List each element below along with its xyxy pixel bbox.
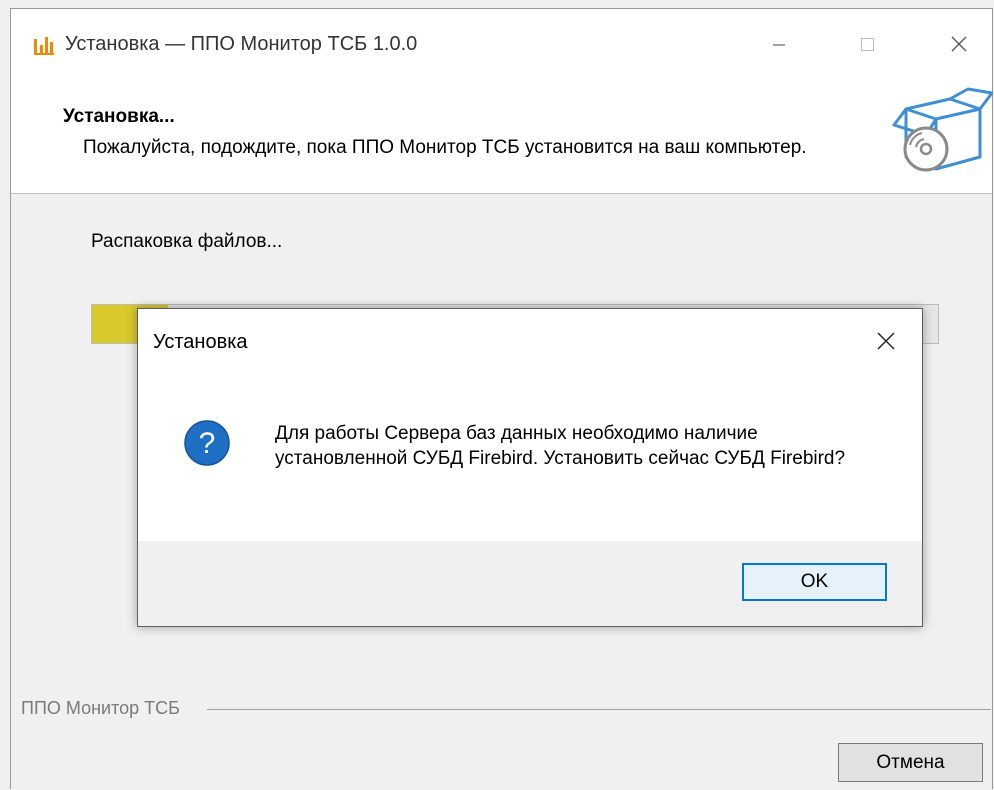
group-divider — [207, 709, 991, 710]
minimize-button[interactable] — [756, 23, 802, 65]
close-button[interactable] — [936, 23, 982, 65]
confirm-dialog: Установка ? Для работы Сервера баз данны… — [137, 308, 923, 627]
dialog-close-icon[interactable] — [860, 321, 912, 361]
header-description: Пожалуйста, подождите, пока ППО Монитор … — [83, 137, 807, 158]
box-with-disc-icon — [892, 87, 993, 172]
dialog-message: Для работы Сервера баз данных необходимо… — [275, 423, 846, 469]
ok-button[interactable]: OK — [742, 563, 887, 601]
bar-chart-icon — [34, 37, 54, 55]
wizard-header: Установка... Пожалуйста, подождите, пока… — [11, 81, 993, 194]
dialog-title: Установка — [153, 331, 248, 353]
maximize-button[interactable] — [844, 23, 890, 65]
cancel-button[interactable]: Отмена — [838, 743, 983, 782]
title-bar: Установка — ППО Монитор ТСБ 1.0.0 — [11, 9, 992, 81]
dialog-footer: OK — [138, 541, 922, 626]
group-label: ППО Монитор ТСБ — [21, 698, 186, 719]
question-icon: ? — [184, 420, 230, 466]
window-title: Установка — ППО Монитор ТСБ 1.0.0 — [65, 33, 418, 55]
header-title: Установка... — [63, 106, 175, 127]
svg-text:?: ? — [199, 427, 216, 460]
status-text: Распаковка файлов... — [91, 231, 283, 252]
